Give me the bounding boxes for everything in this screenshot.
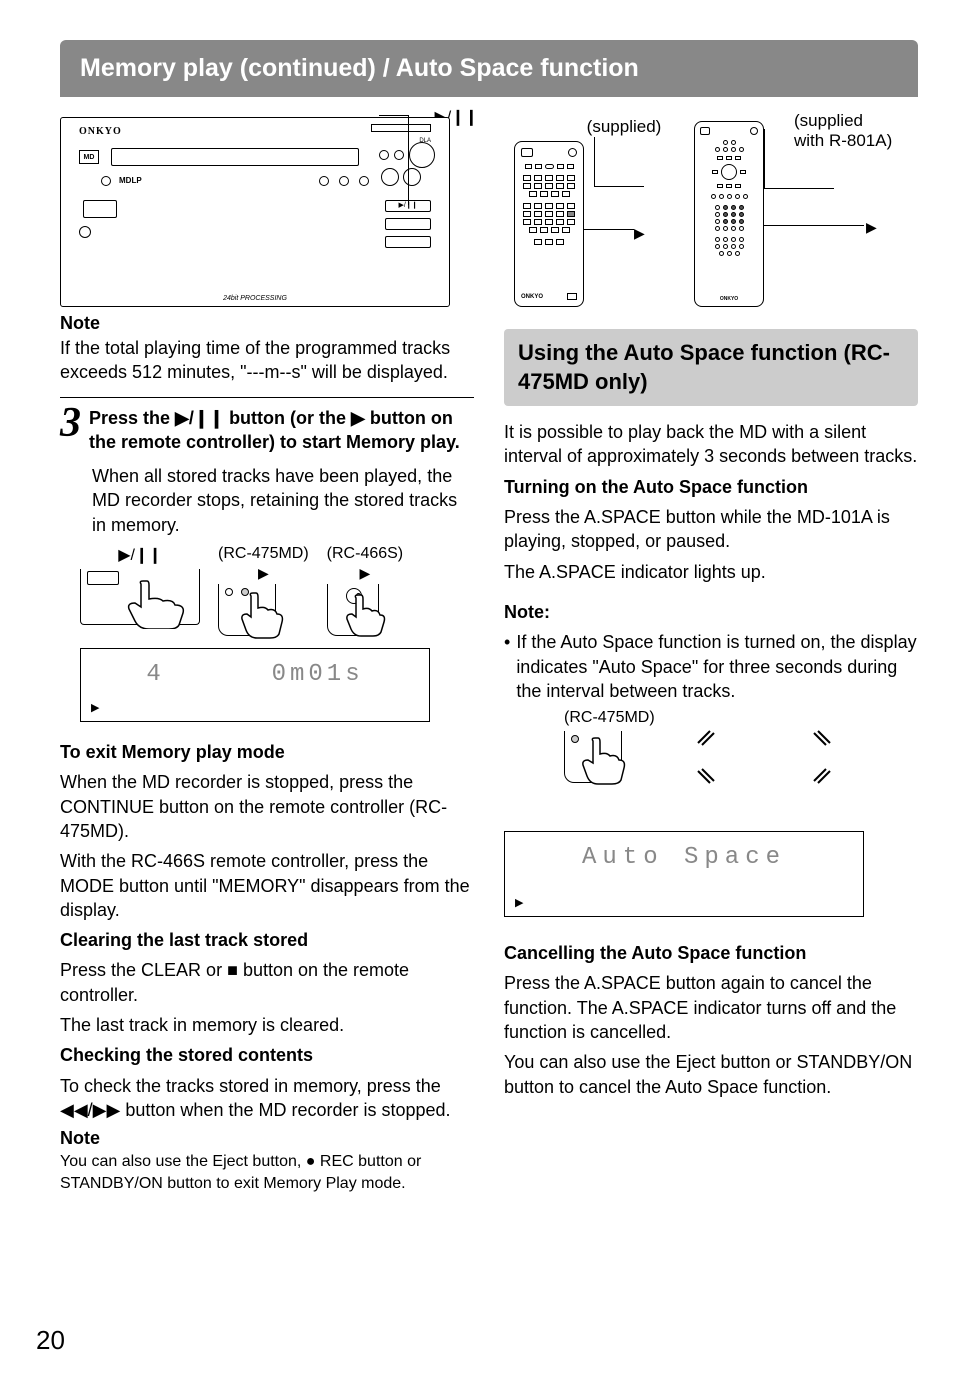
supplied-label-1: (supplied) (574, 117, 674, 137)
cancel-body-2: You can also use the Eject button or STA… (504, 1050, 918, 1099)
remote-illustrations: (supplied) (504, 117, 894, 307)
exit-body-1: When the MD recorder is stopped, press t… (60, 770, 474, 843)
rc475-label: (RC-475MD) (218, 545, 309, 563)
play-pause-label-2: ▶/❙❙ (80, 545, 200, 565)
left-column: ▶/❙❙ ONKYO MD DLA MDLP ▶/❙❙ (60, 117, 474, 1200)
auto-space-note-heading: Note: (504, 600, 918, 624)
auto-space-display: Auto Space ▶ (504, 831, 864, 917)
turn-on-body-1: Press the A.SPACE button while the MD-10… (504, 505, 918, 554)
cancel-body-1: Press the A.SPACE button again to cancel… (504, 971, 918, 1044)
clear-body-2: The last track in memory is cleared. (60, 1013, 474, 1037)
step-number: 3 (60, 402, 81, 444)
note2-heading: Note (60, 1128, 474, 1149)
auto-space-display-text: Auto Space (517, 844, 851, 871)
cancel-heading: Cancelling the Auto Space function (504, 941, 918, 965)
auto-space-note-bullet: • If the Auto Space function is turned o… (504, 630, 918, 703)
note2-body: You can also use the Eject button, ● REC… (60, 1151, 474, 1194)
play-icon-2: ▶ (866, 219, 877, 236)
remote-rc475: ONKYO (514, 141, 584, 307)
play-indicator-icon: ▶ (91, 701, 99, 715)
exit-body-2: With the RC-466S remote controller, pres… (60, 849, 474, 922)
step-3-illustrations: ▶/❙❙ (RC-475MD) ▶ (RC-466S) ▶ (80, 545, 474, 636)
auto-space-intro: It is possible to play back the MD with … (504, 420, 918, 469)
step-3: 3 Press the ▶/❙❙ button (or the ▶ button… (60, 406, 474, 455)
turn-on-body-2: The A.SPACE indicator lights up. (504, 560, 918, 584)
note-body: If the total playing time of the program… (60, 336, 474, 385)
display-time: 0m01s (272, 661, 364, 688)
page-title: Memory play (continued) / Auto Space fun… (80, 54, 639, 82)
turn-on-heading: Turning on the Auto Space function (504, 475, 918, 499)
divider (60, 397, 474, 398)
play-icon: ▶ (634, 225, 645, 242)
device-illustration: ONKYO MD DLA MDLP ▶/❙❙ 24 (60, 117, 450, 307)
page-number: 20 (36, 1325, 65, 1356)
note-heading: Note (60, 313, 474, 334)
auto-space-section-title: Using the Auto Space function (RC-475MD … (504, 329, 918, 406)
step-3-instruction: Press the ▶/❙❙ button (or the ▶ button o… (89, 406, 474, 455)
step-3-body: When all stored tracks have been played,… (92, 464, 474, 537)
check-body: To check the tracks stored in memory, pr… (60, 1074, 474, 1123)
rc475-label-2: (RC-475MD) (564, 709, 918, 727)
stop-icon: ■ (227, 960, 238, 980)
page-title-bar: Memory play (continued) / Auto Space fun… (60, 40, 918, 97)
skip-icon: ◀◀/▶▶ (60, 1100, 120, 1120)
clear-heading: Clearing the last track stored (60, 928, 474, 952)
play-indicator-icon-2: ▶ (515, 896, 523, 910)
rc466-label: (RC-466S) (327, 545, 403, 563)
display-readout: 4 0m01s ▶ (80, 648, 430, 722)
check-heading: Checking the stored contents (60, 1043, 474, 1067)
play-icon: ▶ (351, 408, 365, 428)
auto-space-remote-illustration: (RC-475MD) (564, 709, 918, 819)
remote-rc466: ONKYO (694, 121, 764, 307)
clear-body: Press the CLEAR or ■ button on the remot… (60, 958, 474, 1007)
right-column: (supplied) (504, 117, 918, 1200)
display-track: 4 (146, 661, 164, 688)
play-pause-icon: ▶/❙❙ (175, 408, 224, 428)
exit-heading: To exit Memory play mode (60, 740, 474, 764)
